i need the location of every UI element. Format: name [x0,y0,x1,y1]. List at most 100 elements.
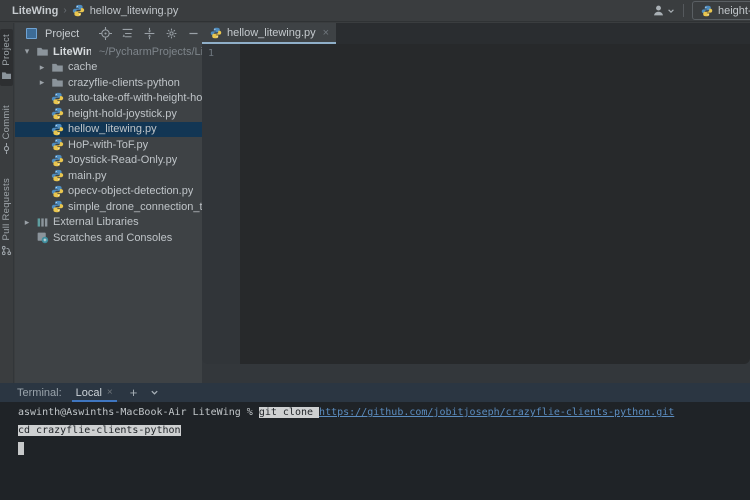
toolbar-separator [683,4,684,17]
user-menu-button[interactable] [652,4,675,17]
terminal-tab-local[interactable]: Local × [71,383,117,402]
python-file-icon [51,92,64,105]
tree-item-joystick-read-only[interactable]: Joystick-Read-Only.py [15,153,202,169]
panel-settings-button[interactable] [163,26,179,42]
project-panel-header: Project [15,23,202,44]
stripe-commit-label: Commit [1,104,12,140]
editor-gutter: 1 [202,44,240,364]
libraries-icon [36,216,49,229]
editor-area: hellow_litewing.py × 1 [202,23,750,383]
tree-item-label: auto-take-off-with-height-hold-j [68,92,202,105]
tree-item-height-hold-joystick[interactable]: height-hold-joystick.py [15,106,202,122]
tree-item-crazyflie-clients-python[interactable]: ▸ crazyflie-clients-python [15,75,202,91]
stripe-project-label: Project [1,34,12,66]
new-terminal-button[interactable]: + [127,386,141,399]
tree-item-main[interactable]: main.py [15,168,202,184]
editor-tab-hellow-litewing[interactable]: hellow_litewing.py × [202,23,337,44]
terminal-output[interactable]: aswinth@Aswinths-MacBook-Air LiteWing % … [0,402,750,500]
folder-icon [51,76,64,89]
tree-item-label: opecv-object-detection.py [68,185,194,198]
tree-item-label: External Libraries [53,216,139,229]
hide-panel-button[interactable] [185,26,201,42]
python-file-icon [51,107,64,120]
tree-item-hop-with-tof[interactable]: HoP-with-ToF.py [15,137,202,153]
tree-item-label: Scratches and Consoles [53,231,173,244]
python-file-icon [51,185,64,198]
tree-item-opecv-object-detection[interactable]: opecv-object-detection.py [15,184,202,200]
editor-sheet: 1 [202,44,750,364]
python-file-icon [72,4,85,17]
tree-item-root[interactable]: ▾ LiteWing ~/PycharmProjects/LiteWi [15,44,202,60]
tree-item-label: main.py [68,169,107,182]
main-toolbar: LiteWing › hellow_litewing.py height-h [0,0,750,22]
run-configuration-label: height-h [718,4,750,17]
terminal-command-git-clone: git clone [258,407,320,418]
tree-item-label: crazyflie-clients-python [68,76,180,89]
tree-item-label: HoP-with-ToF.py [68,138,149,151]
python-file-icon [51,154,64,167]
chevron-collapsed-icon[interactable]: ▸ [37,77,47,88]
python-file-icon [209,26,222,39]
breadcrumb-file[interactable]: hellow_litewing.py [90,5,179,17]
stripe-commit-button[interactable]: Commit [0,100,13,160]
tree-item-label: LiteWing [53,45,91,58]
pycharm-window: LiteWing › hellow_litewing.py height-h P… [0,0,750,500]
tree-item-path: ~/PycharmProjects/LiteWi [98,45,202,58]
chevron-down-icon [668,8,674,13]
tree-item-hellow-litewing-selected[interactable]: hellow_litewing.py [15,121,202,137]
tree-item-label: height-hold-joystick.py [68,107,177,120]
terminal-tab-close-icon[interactable]: × [107,387,113,398]
terminal-line-1: aswinth@Aswinths-MacBook-Air LiteWing % … [18,404,750,422]
editor-tab-bar: hellow_litewing.py × [202,23,750,44]
terminal-dropdown-icon[interactable] [150,388,159,397]
tree-item-label: hellow_litewing.py [68,123,157,136]
tree-item-label: simple_drone_connection_test.py [68,200,202,213]
collapse-all-button[interactable] [141,26,157,42]
tree-item-auto-take-off[interactable]: auto-take-off-with-height-hold-j [15,91,202,107]
tree-item-label: cache [68,61,98,74]
chevron-expanded-icon[interactable]: ▾ [22,46,32,57]
folder-icon [2,72,11,79]
tree-item-external-libraries[interactable]: ▸ External Libraries [15,215,202,231]
python-icon [700,4,713,17]
chevron-collapsed-icon[interactable]: ▸ [22,217,32,228]
terminal-header: Terminal: Local × + [0,383,750,402]
chevron-collapsed-icon[interactable]: ▸ [37,62,47,73]
terminal-line-2: cd crazyflie-clients-python [18,422,750,440]
stripe-project-button[interactable]: Project [0,29,13,86]
folder-icon [51,61,64,74]
project-tree: ▾ LiteWing ~/PycharmProjects/LiteWi ▸ ca… [15,44,202,246]
project-pane-icon [23,26,39,42]
scratches-icon [36,231,49,244]
project-panel-title[interactable]: Project [45,28,79,40]
tree-item-simple-drone-connection-test[interactable]: simple_drone_connection_test.py [15,199,202,215]
tree-item-label: Joystick-Read-Only.py [68,154,178,167]
terminal-panel-label[interactable]: Terminal: [17,387,62,399]
breadcrumb: LiteWing › hellow_litewing.py [12,4,178,17]
python-file-icon [51,138,64,151]
locate-file-button[interactable] [97,26,113,42]
tree-item-cache[interactable]: ▸ cache [15,60,202,76]
run-configuration-select[interactable]: height-h [692,1,750,20]
expand-all-button[interactable] [119,26,135,42]
line-number: 1 [208,48,215,59]
tree-item-scratches-and-consoles[interactable]: Scratches and Consoles [15,230,202,246]
project-tool-window: Project ▾ LiteWing ~/PycharmProjects/Lit… [15,23,202,383]
breadcrumb-project[interactable]: LiteWing [12,5,58,17]
stripe-pull-requests-button[interactable]: Pull Requests [0,173,13,261]
terminal-cursor [18,441,24,455]
tab-close-icon[interactable]: × [323,27,329,39]
python-file-icon [51,123,64,136]
pull-request-icon [1,245,12,255]
terminal-tab-label: Local [75,386,102,399]
commit-icon [3,143,10,155]
python-file-icon [51,169,64,182]
python-file-icon [51,200,64,213]
toolbar-right-group: height-h [652,1,750,20]
breadcrumb-chevron-icon: › [63,5,67,16]
terminal-repo-link[interactable]: https://github.com/jobitjoseph/crazyflie… [319,407,674,418]
terminal-line-3 [18,440,750,458]
terminal-prompt: aswinth@Aswinths-MacBook-Air LiteWing % [18,407,259,418]
user-icon [654,5,663,16]
editor-code-area[interactable] [240,44,750,364]
